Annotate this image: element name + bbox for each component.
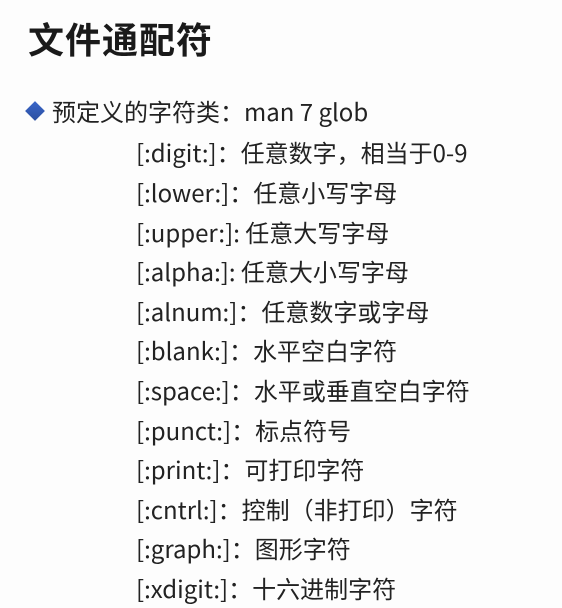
list-item: [:lower:]：任意小写字母 bbox=[136, 172, 542, 212]
diamond-bullet-icon bbox=[25, 101, 45, 121]
char-class-list: [:digit:]：任意数字，相当于0-9 [:lower:]：任意小写字母 [… bbox=[136, 132, 542, 607]
list-item: [:alpha:]: 任意大小写字母 bbox=[136, 251, 542, 291]
list-item: [:upper:]: 任意大写字母 bbox=[136, 212, 542, 252]
section-intro-text: 预定义的字符类：man 7 glob bbox=[52, 92, 368, 130]
list-item: [:cntrl:]：控制（非打印）字符 bbox=[136, 489, 542, 529]
list-item: [:print:]：可打印字符 bbox=[136, 449, 542, 489]
list-item: [:graph:]：图形字符 bbox=[136, 528, 542, 568]
section-intro-line: 预定义的字符类：man 7 glob bbox=[28, 92, 542, 130]
list-item: [:digit:]：任意数字，相当于0-9 bbox=[136, 132, 542, 172]
list-item: [:punct:]：标点符号 bbox=[136, 410, 542, 450]
list-item: [:space:]：水平或垂直空白字符 bbox=[136, 370, 542, 410]
page-title: 文件通配符 bbox=[28, 12, 542, 64]
list-item: [:alnum:]：任意数字或字母 bbox=[136, 291, 542, 331]
list-item: [:blank:]：水平空白字符 bbox=[136, 330, 542, 370]
list-item: [:xdigit:]：十六进制字符 bbox=[136, 568, 542, 608]
